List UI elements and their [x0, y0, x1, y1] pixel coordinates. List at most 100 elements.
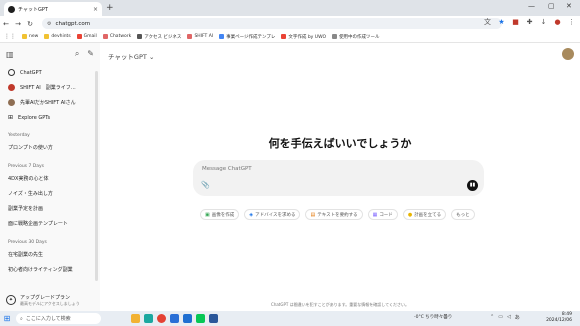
history-section-title: Yesterday [8, 133, 30, 138]
message-composer: Message ChatGPT 📎 ▮▮ [193, 160, 484, 196]
taskbar-search[interactable]: ⌕ ここに入力して検索 [16, 313, 101, 324]
folder-icon [44, 34, 50, 39]
extensions-puzzle-icon[interactable]: ✚ [525, 18, 534, 27]
bookmark-item[interactable]: Gmail [76, 34, 97, 39]
clock[interactable]: 8:49 2024/12/06 [546, 312, 572, 324]
suggestion-get-advice[interactable]: ◈ アドバイスを求める [244, 209, 301, 220]
bookmark-item[interactable]: 事業ページ作成テンプレ [219, 34, 275, 40]
image-icon: ▣ [205, 211, 210, 218]
taskbar-apps [131, 314, 218, 323]
history-item[interactable]: 面に戦略企画テンプレート [0, 217, 100, 232]
sidebar-item-chatgpt[interactable]: ChatGPT [0, 65, 100, 80]
maximize-icon[interactable]: ▢ [548, 2, 555, 10]
translate-icon[interactable]: 文 [483, 18, 492, 27]
sidebar-toggle-icon[interactable]: ▥ [6, 50, 14, 59]
windows-start-icon[interactable]: ⊞ [0, 314, 14, 323]
bookmark-star-icon[interactable]: ★ [497, 18, 506, 27]
bookmark-item[interactable]: 文字作成 by UWO [281, 34, 326, 40]
avatar[interactable] [562, 48, 574, 60]
sidebar-header: ▥ ⌕ ✎ [0, 43, 100, 65]
chevron-down-icon: ⌄ [148, 53, 155, 61]
history-item[interactable]: 初心者向けライティング副業 [0, 263, 100, 278]
suggestion-make-plan[interactable]: ● 計画を立てる [402, 209, 447, 220]
apps-grid-icon[interactable]: ⋮⋮ [4, 33, 16, 40]
close-tab-icon[interactable]: × [93, 6, 98, 13]
history-item[interactable]: 副業予定を計画 [0, 202, 100, 217]
explorer-icon[interactable] [131, 314, 140, 323]
mail-icon[interactable] [183, 314, 192, 323]
sidebar: ▥ ⌕ ✎ ChatGPT SHIFT AI 副業ライフ… 先輩AIだかSHIF… [0, 43, 100, 311]
new-chat-icon[interactable]: ✎ [87, 49, 94, 59]
site-icon [219, 34, 225, 39]
taskbar-search-placeholder: ここに入力して検索 [25, 316, 71, 322]
suggestion-more[interactable]: もっと [451, 209, 475, 220]
suggestion-summarize[interactable]: ▤ テキストを要約する [305, 209, 363, 220]
code-icon: ▦ [372, 211, 378, 218]
history-item[interactable]: ノイズ・生み出し方 [0, 187, 100, 202]
suggestion-chips: ▣ 画像を作成 ◈ アドバイスを求める ▤ テキストを要約する ▦ コード ● … [200, 209, 475, 220]
profile-icon[interactable]: ● [553, 18, 562, 27]
navigation-bar: ← → ↻ ⚙ chatgpt.com 文 ★ ■ ✚ ↓ ● ⋮ [0, 16, 580, 31]
sidebar-scrollbar[interactable] [95, 71, 98, 281]
chrome-icon[interactable] [157, 314, 166, 323]
search-icon: ⌕ [20, 315, 23, 322]
weather-widget[interactable]: -0°C ちり時々曇り [414, 314, 452, 320]
extension-icon[interactable]: ■ [511, 18, 520, 27]
site-info-icon[interactable]: ⚙ [47, 21, 51, 27]
attach-icon[interactable]: 📎 [201, 181, 210, 189]
address-bar[interactable]: ⚙ chatgpt.com [42, 18, 502, 29]
line-icon[interactable] [196, 314, 205, 323]
chevron-up-icon[interactable]: ⌃ [490, 314, 494, 321]
history-item[interactable]: 在宅副業の先生 [0, 248, 100, 263]
back-icon[interactable]: ← [0, 20, 12, 28]
address-url: chatgpt.com [55, 20, 91, 27]
word-icon[interactable] [209, 314, 218, 323]
search-icon[interactable]: ⌕ [75, 49, 79, 59]
voice-mode-icon[interactable]: ▮▮ [467, 180, 478, 191]
main-panel: チャットGPT ⌄ 何を手伝えばいいでしょうか Message ChatGPT … [100, 43, 580, 311]
gpt-avatar-icon [8, 84, 15, 91]
menu-icon[interactable]: ⋮ [567, 18, 576, 27]
tab-title: チャットGPT [18, 6, 48, 13]
model-selector[interactable]: チャットGPT ⌄ [108, 51, 154, 61]
disclaimer-text: ChatGPT は間違いを犯すことがあります。重要な情報を確認してください。 [271, 302, 409, 307]
upgrade-icon: ✦ [6, 295, 16, 305]
history-item[interactable]: プロンプトの使い方 [0, 141, 100, 156]
close-window-icon[interactable]: ✕ [566, 2, 572, 10]
history-section-title: Previous 7 Days [8, 164, 44, 169]
ime-icon[interactable]: あ [515, 314, 520, 321]
bookmark-item[interactable]: アクセス ビジネス [137, 34, 181, 40]
browser-tab[interactable]: チャットGPT × [4, 2, 102, 16]
sidebar-item-shift-ai[interactable]: SHIFT AI 副業ライフ… [0, 80, 100, 95]
toolbar-icons: 文 ★ ■ ✚ ↓ ● ⋮ [483, 18, 576, 27]
volume-icon[interactable]: ◁ [507, 314, 511, 321]
history-item[interactable]: 4DX実務の心と体 [0, 172, 100, 187]
upgrade-plan-button[interactable]: ✦ アップグレードプラン 最高モデルにアクセスしましょう [0, 291, 100, 309]
sidebar-item-senpai[interactable]: 先輩AIだかSHIFT AIさん [0, 95, 100, 110]
edge-icon[interactable] [144, 314, 153, 323]
bookmarks-bar: ⋮⋮ new devhints Gmail Chatwork アクセス ビジネス… [0, 31, 580, 43]
chatwork-icon [102, 34, 108, 39]
bookmark-item[interactable]: Chatwork [102, 34, 131, 39]
message-input[interactable]: Message ChatGPT [202, 166, 252, 172]
tab-strip: チャットGPT × + — ▢ ✕ [0, 0, 580, 16]
download-icon[interactable]: ↓ [539, 18, 548, 27]
reload-icon[interactable]: ↻ [24, 20, 36, 28]
forward-icon[interactable]: → [12, 20, 24, 28]
new-tab-button[interactable]: + [106, 3, 114, 13]
suggestion-create-image[interactable]: ▣ 画像を作成 [200, 209, 240, 220]
minimize-icon[interactable]: — [528, 2, 535, 10]
bookmark-item[interactable]: new [22, 34, 38, 39]
cap-icon: ◈ [249, 211, 254, 218]
taskbar: ⊞ ⌕ ここに入力して検索 -0°C ちり時々曇り ⌃ ▭ ◁ あ 8:49 2… [0, 311, 580, 326]
gmail-icon [76, 34, 82, 39]
bookmark-item[interactable]: devhints [44, 34, 71, 39]
sidebar-item-explore-gpts[interactable]: ⊞ Explore GPTs [0, 110, 100, 125]
grid-icon: ⊞ [8, 114, 14, 121]
bookmark-item[interactable]: SHIFT AI [187, 34, 213, 39]
store-icon[interactable] [170, 314, 179, 323]
network-icon[interactable]: ▭ [498, 314, 503, 321]
bookmark-item[interactable]: 使用中の作成ツール [332, 34, 380, 40]
suggestion-code[interactable]: ▦ コード [367, 209, 398, 220]
folder-icon [22, 34, 27, 39]
